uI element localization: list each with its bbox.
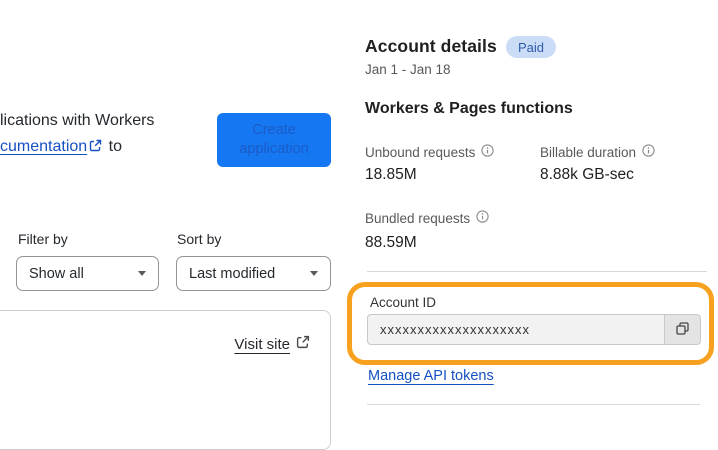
stat-label-bundled-requests: Bundled requests — [365, 210, 489, 226]
stat-label-unbound-requests: Unbound requests — [365, 144, 494, 160]
info-icon[interactable] — [642, 144, 655, 160]
chevron-down-icon — [138, 271, 146, 276]
sort-dropdown-value: Last modified — [189, 265, 276, 282]
date-range: Jan 1 - Jan 18 — [365, 62, 451, 77]
workers-pages-section-title: Workers & Pages functions — [365, 100, 573, 117]
stat-label-billable-duration: Billable duration — [540, 144, 655, 160]
divider — [367, 404, 700, 405]
intro-text: lications with Workers cumentation to — [0, 108, 230, 161]
copy-button[interactable] — [664, 314, 701, 345]
chevron-down-icon — [310, 271, 318, 276]
create-application-button[interactable]: Create application — [217, 113, 331, 167]
stat-value-billable-duration: 8.88k GB-sec — [540, 166, 634, 183]
sort-by-label: Sort by — [177, 231, 222, 247]
visit-site-link[interactable]: Visit site — [234, 335, 310, 353]
copy-icon — [675, 321, 690, 339]
stat-value-bundled-requests: 88.59M — [365, 234, 417, 251]
worker-card: Visit site — [0, 310, 331, 450]
intro-line1: lications with Workers — [0, 112, 155, 129]
stat-value-unbound-requests: 18.85M — [365, 166, 417, 183]
sort-dropdown[interactable]: Last modified — [176, 256, 331, 291]
info-icon[interactable] — [476, 210, 489, 226]
visit-site-label: Visit site — [234, 335, 290, 353]
filter-dropdown[interactable]: Show all — [16, 256, 159, 291]
divider — [367, 271, 707, 272]
filter-by-label: Filter by — [18, 231, 68, 247]
account-details-title: Account details — [365, 36, 497, 56]
intro-suffix: to — [108, 138, 122, 155]
account-id-label: Account ID — [370, 295, 437, 310]
account-id-input[interactable] — [367, 314, 664, 345]
external-link-icon — [89, 135, 102, 161]
info-icon[interactable] — [481, 144, 494, 160]
external-link-icon — [296, 335, 310, 353]
documentation-link[interactable]: cumentation — [0, 138, 87, 155]
manage-api-tokens-link[interactable]: Manage API tokens — [368, 368, 494, 384]
filter-dropdown-value: Show all — [29, 265, 84, 282]
plan-badge: Paid — [506, 36, 557, 58]
account-id-group — [367, 314, 701, 345]
